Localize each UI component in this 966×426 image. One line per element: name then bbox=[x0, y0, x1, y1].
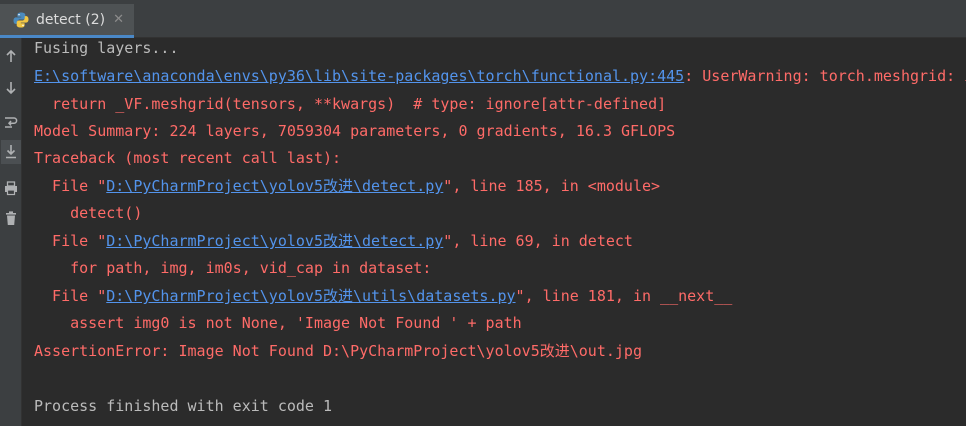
trash-icon[interactable] bbox=[1, 206, 21, 230]
console-line: return _VF.meshgrid(tensors, **kwargs) #… bbox=[34, 95, 667, 113]
error-message: AssertionError: Image Not Found D:\PyCha… bbox=[34, 342, 642, 360]
close-icon[interactable]: ✕ bbox=[113, 12, 124, 27]
exit-status: Process finished with exit code 1 bbox=[34, 397, 333, 415]
console-line: Traceback (most recent call last): bbox=[34, 149, 342, 167]
traceback-frame: File "D:\PyCharmProject\yolov5改进\detect.… bbox=[34, 176, 660, 196]
traceback-frame: File "D:\PyCharmProject\yolov5改进\utils\d… bbox=[34, 286, 732, 306]
run-tool-window: detect (2) ✕ Fusing layers... E:\softwar… bbox=[0, 0, 966, 426]
file-link[interactable]: D:\PyCharmProject\yolov5改进\detect.py bbox=[106, 177, 443, 195]
file-link[interactable]: D:\PyCharmProject\yolov5改进\utils\dataset… bbox=[106, 287, 515, 305]
file-link[interactable]: D:\PyCharmProject\yolov5改进\detect.py bbox=[106, 232, 443, 250]
warning-text: : UserWarning: torch.meshgrid: in an upc… bbox=[684, 67, 966, 85]
python-icon bbox=[12, 11, 30, 29]
run-tab-bar: detect (2) ✕ bbox=[0, 0, 966, 38]
console-line: assert img0 is not None, 'Image Not Foun… bbox=[34, 314, 522, 332]
console-line-warning: E:\software\anaconda\envs\py36\lib\site-… bbox=[34, 66, 966, 86]
console-line: Fusing layers... bbox=[34, 39, 179, 57]
traceback-frame: File "D:\PyCharmProject\yolov5改进\detect.… bbox=[34, 231, 633, 251]
console-toolbar bbox=[0, 38, 22, 426]
console-line: detect() bbox=[34, 204, 143, 222]
file-link[interactable]: E:\software\anaconda\envs\py36\lib\site-… bbox=[34, 67, 684, 85]
rerun-up-icon[interactable] bbox=[1, 44, 21, 68]
soft-wrap-icon[interactable] bbox=[1, 110, 21, 134]
frame-prefix: File " bbox=[34, 232, 107, 250]
arrow-down-icon[interactable] bbox=[1, 76, 21, 100]
print-icon[interactable] bbox=[1, 176, 21, 200]
frame-prefix: File " bbox=[34, 177, 107, 195]
console-line: for path, img, im0s, vid_cap in dataset: bbox=[34, 259, 432, 277]
frame-suffix: ", line 181, in __next__ bbox=[515, 287, 733, 305]
frame-suffix: ", line 69, in detect bbox=[443, 232, 633, 250]
run-tab-detect[interactable]: detect (2) ✕ bbox=[0, 4, 134, 38]
scroll-to-end-icon[interactable] bbox=[1, 140, 21, 164]
tab-title: detect (2) bbox=[36, 11, 106, 28]
console-output[interactable]: Fusing layers... E:\software\anaconda\en… bbox=[34, 38, 966, 426]
frame-prefix: File " bbox=[34, 287, 107, 305]
frame-suffix: ", line 185, in <module> bbox=[443, 177, 661, 195]
console-line: Model Summary: 224 layers, 7059304 param… bbox=[34, 122, 676, 140]
